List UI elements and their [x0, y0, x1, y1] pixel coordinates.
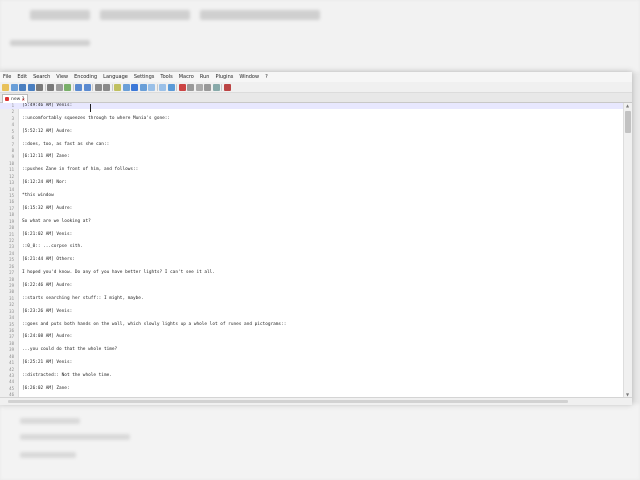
toolbar-icon[interactable] [64, 83, 71, 91]
save-state-icon [5, 97, 9, 101]
toolbar-icon[interactable] [131, 83, 138, 91]
toolbar-icon[interactable] [36, 83, 43, 91]
text-editor[interactable]: 1 [5:49:46 AM] Venis: 2 3::uncomfortably sq… [0, 103, 632, 397]
toolbar-icon[interactable] [75, 83, 82, 91]
toolbar-icon[interactable] [27, 83, 35, 91]
tab-new-1[interactable]: new 1 ✕ [2, 94, 28, 103]
scrollbar-thumb[interactable] [625, 111, 631, 133]
background-line [20, 434, 130, 440]
toolbar [0, 82, 632, 93]
toolbar-icon[interactable] [176, 83, 177, 91]
toolbar-icon[interactable] [83, 83, 91, 91]
menu-window[interactable]: Window [236, 72, 262, 82]
notepad-window: File Edit Search View Encoding Language Settin… [0, 72, 632, 405]
menu-macro[interactable]: Macro [176, 72, 197, 82]
toolbar-icon[interactable] [72, 83, 74, 91]
menu-search[interactable]: Search [30, 72, 53, 82]
toolbar-icon[interactable] [94, 83, 102, 91]
menu-plugins[interactable]: Plugins [212, 72, 236, 82]
menu-encoding[interactable]: Encoding [71, 72, 100, 82]
toolbar-icon[interactable] [10, 83, 18, 91]
background-window-top [0, 0, 640, 72]
toolbar-icon[interactable] [159, 83, 166, 91]
menu-run[interactable]: Run [197, 72, 213, 82]
toolbar-icon[interactable] [139, 83, 147, 91]
toolbar-icon[interactable] [178, 83, 186, 91]
toolbar-icon[interactable] [223, 83, 231, 91]
toolbar-icon[interactable] [2, 83, 9, 91]
background-bar [200, 10, 320, 20]
toolbar-icon[interactable] [47, 83, 54, 91]
toolbar-icon[interactable] [221, 83, 222, 91]
menu-settings[interactable]: Settings [131, 72, 158, 82]
background-bar [100, 10, 190, 20]
vertical-scrollbar[interactable]: ▲ ▼ [623, 103, 632, 397]
background-line [20, 452, 76, 458]
toolbar-icon[interactable] [55, 83, 63, 91]
scrollbar-thumb[interactable] [8, 400, 568, 403]
menu-help[interactable]: ? [262, 72, 271, 82]
horizontal-scrollbar[interactable] [0, 397, 632, 405]
menu-tools[interactable]: Tools [157, 72, 175, 82]
toolbar-icon[interactable] [195, 83, 203, 91]
background-line [20, 418, 80, 424]
toolbar-icon[interactable] [167, 83, 175, 91]
text-cursor [90, 104, 91, 112]
toolbar-icon[interactable] [19, 83, 26, 91]
toolbar-icon[interactable] [44, 83, 46, 91]
scroll-up-icon[interactable]: ▲ [626, 103, 629, 108]
toolbar-icon[interactable] [156, 83, 158, 91]
toolbar-icon[interactable] [148, 83, 155, 91]
tab-bar: new 1 ✕ [0, 93, 632, 103]
menu-file[interactable]: File [0, 72, 14, 82]
toolbar-icon[interactable] [111, 83, 113, 91]
menu-bar: File Edit Search View Encoding Language Settin… [0, 72, 632, 82]
menu-language[interactable]: Language [100, 72, 131, 82]
menu-view[interactable]: View [53, 72, 71, 82]
toolbar-icon[interactable] [92, 83, 93, 91]
toolbar-icon[interactable] [103, 83, 110, 91]
background-bar [30, 10, 90, 20]
toolbar-icon[interactable] [114, 83, 121, 91]
toolbar-icon[interactable] [187, 83, 194, 91]
menu-edit[interactable]: Edit [14, 72, 30, 82]
toolbar-icon[interactable] [212, 83, 220, 91]
background-bar [10, 40, 90, 46]
background-window-bottom [0, 404, 640, 480]
toolbar-icon[interactable] [122, 83, 130, 91]
toolbar-icon[interactable] [204, 83, 211, 91]
